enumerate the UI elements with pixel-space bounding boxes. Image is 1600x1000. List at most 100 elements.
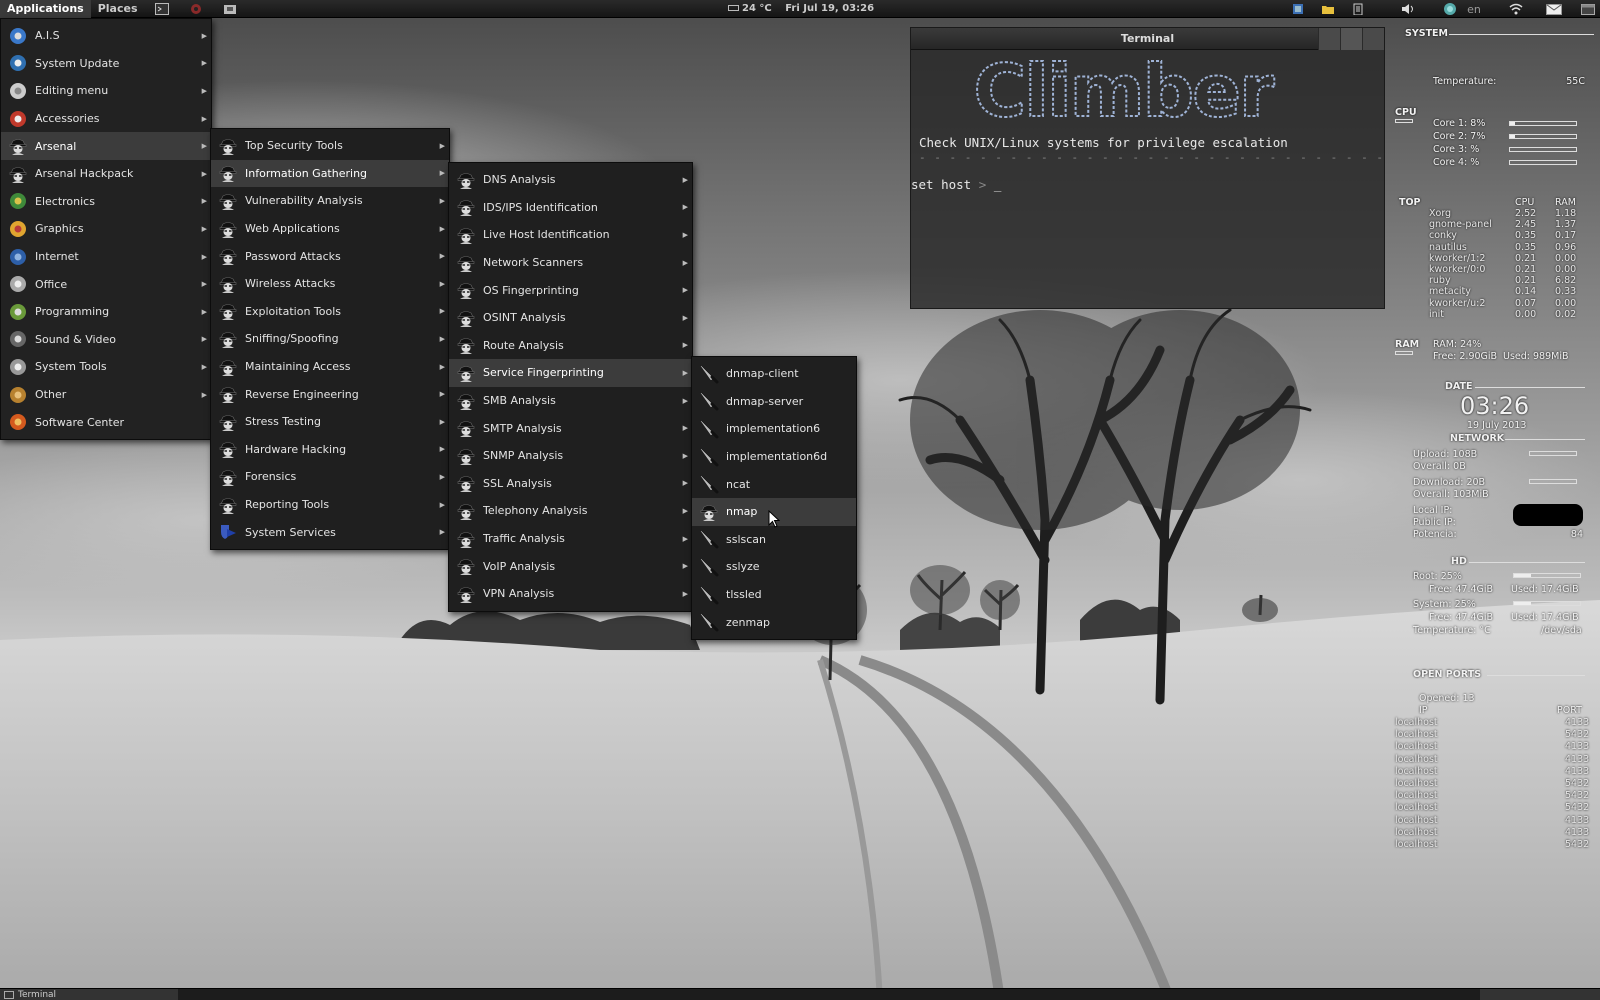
applications-menu[interactable]: Applications xyxy=(0,0,91,18)
file-manager-icon[interactable] xyxy=(223,3,237,15)
arsenal-item-information-gathering[interactable]: Information Gathering ▶ xyxy=(211,159,449,188)
hat-icon xyxy=(455,224,477,246)
arsenal-item-label: Reverse Engineering xyxy=(245,387,359,401)
service-item-dnmap-server[interactable]: dnmap-server xyxy=(692,388,856,416)
arsenal-item-system-services[interactable]: System Services ▶ xyxy=(211,518,449,546)
info-item-vpn-analysis[interactable]: VPN Analysis ▶ xyxy=(449,580,692,608)
process-ram: 0.00 xyxy=(1555,252,1577,264)
info-item-telephony-analysis[interactable]: Telephony Analysis ▶ xyxy=(449,497,692,525)
arsenal-item-hardware-hacking[interactable]: Hardware Hacking ▶ xyxy=(211,436,449,464)
menu-item-programming[interactable]: Programming ▶ xyxy=(1,298,211,326)
service-item-ncat[interactable]: ncat xyxy=(692,470,856,498)
info-item-route-analysis[interactable]: Route Analysis ▶ xyxy=(449,332,692,360)
terminal-launcher-icon[interactable] xyxy=(154,2,169,15)
clipboard-icon[interactable] xyxy=(1350,2,1366,16)
arsenal-item-sniffing-spoofing[interactable]: Sniffing/Spoofing ▶ xyxy=(211,325,449,353)
knife-icon xyxy=(698,363,720,385)
clock-text[interactable]: Fri Jul 19, 03:26 xyxy=(785,3,874,14)
service-item-implementation6d[interactable]: implementation6d xyxy=(692,443,856,471)
arsenal-item-maintaining-access[interactable]: Maintaining Access ▶ xyxy=(211,353,449,381)
info-item-dns-analysis[interactable]: DNS Analysis ▶ xyxy=(449,166,692,194)
status-icon[interactable] xyxy=(1442,2,1458,16)
service-item-dnmap-client[interactable]: dnmap-client xyxy=(692,360,856,388)
folder-icon[interactable] xyxy=(1320,2,1336,16)
upload-overall: Overall: 0B xyxy=(1413,461,1466,472)
arsenal-item-password-attacks[interactable]: Password Attacks ▶ xyxy=(211,242,449,270)
submenu-arrow-icon: ▶ xyxy=(439,390,445,399)
weather-indicator[interactable]: 24 °C xyxy=(728,3,772,14)
info-item-osint-analysis[interactable]: OSINT Analysis ▶ xyxy=(449,304,692,332)
mail-icon[interactable] xyxy=(1546,2,1562,16)
info-item-voip-analysis[interactable]: VoIP Analysis ▶ xyxy=(449,552,692,580)
cpu-core-label: Core 3: % xyxy=(1433,144,1480,155)
volume-icon[interactable] xyxy=(1400,2,1416,16)
minimize-button[interactable] xyxy=(1318,28,1340,50)
menu-item-arsenal[interactable]: Arsenal ▶ xyxy=(1,132,211,160)
service-item-sslyze[interactable]: sslyze xyxy=(692,553,856,581)
info-item-service-fingerprinting[interactable]: Service Fingerprinting ▶ xyxy=(449,359,692,387)
info-item-smtp-analysis[interactable]: SMTP Analysis ▶ xyxy=(449,414,692,442)
places-menu[interactable]: Places xyxy=(91,0,145,18)
close-button[interactable] xyxy=(1362,28,1384,50)
process-name: ruby xyxy=(1429,275,1451,287)
submenu-arrow-icon: ▶ xyxy=(439,445,445,454)
menu-item-sound-video[interactable]: Sound & Video ▶ xyxy=(1,326,211,354)
terminal-window[interactable]: Terminal Climber Check UNIX/Linux system… xyxy=(910,27,1385,309)
process-ram: 0.33 xyxy=(1555,286,1577,298)
submenu-arrow-icon: ▶ xyxy=(201,169,207,178)
menu-item-other[interactable]: Other ▶ xyxy=(1,381,211,409)
arsenal-item-reverse-engineering[interactable]: Reverse Engineering ▶ xyxy=(211,380,449,408)
service-item-zenmap[interactable]: zenmap xyxy=(692,608,856,636)
menu-item-system-tools[interactable]: System Tools ▶ xyxy=(1,353,211,381)
arsenal-item-vulnerability-analysis[interactable]: Vulnerability Analysis ▶ xyxy=(211,187,449,215)
taskbar-terminal-button[interactable]: Terminal xyxy=(0,989,178,1000)
info-item-traffic-analysis[interactable]: Traffic Analysis ▶ xyxy=(449,525,692,553)
temperature-text: 24 °C xyxy=(742,3,772,14)
root-bar xyxy=(1513,573,1581,578)
service-item-tlssled[interactable]: tlssled xyxy=(692,581,856,609)
arsenal-item-wireless-attacks[interactable]: Wireless Attacks ▶ xyxy=(211,270,449,298)
arsenal-item-forensics[interactable]: Forensics ▶ xyxy=(211,463,449,491)
terminal-body[interactable]: Climber Check UNIX/Linux systems for pri… xyxy=(911,50,1384,308)
window-icon[interactable] xyxy=(1580,2,1596,16)
menu-item-accessories[interactable]: Accessories ▶ xyxy=(1,105,211,133)
menu-item-a-i-s[interactable]: A.I.S ▶ xyxy=(1,22,211,50)
info-item-ssl-analysis[interactable]: SSL Analysis ▶ xyxy=(449,470,692,498)
arsenal-item-reporting-tools[interactable]: Reporting Tools ▶ xyxy=(211,491,449,519)
menu-item-internet[interactable]: Internet ▶ xyxy=(1,243,211,271)
hat-icon xyxy=(455,307,477,329)
arsenal-item-exploitation-tools[interactable]: Exploitation Tools ▶ xyxy=(211,298,449,326)
menu-item-arsenal-hackpack[interactable]: Arsenal Hackpack ▶ xyxy=(1,160,211,188)
menu-item-system-update[interactable]: System Update ▶ xyxy=(1,50,211,78)
arsenal-submenu: Top Security Tools ▶ Information Gathering… xyxy=(210,128,450,550)
language-indicator[interactable]: en xyxy=(1466,2,1482,16)
wifi-icon[interactable] xyxy=(1508,2,1524,16)
maximize-button[interactable] xyxy=(1340,28,1362,50)
menu-item-software-center[interactable]: Software Center xyxy=(1,408,211,436)
submenu-arrow-icon: ▶ xyxy=(682,479,688,488)
info-item-os-fingerprinting[interactable]: OS Fingerprinting ▶ xyxy=(449,276,692,304)
info-item-snmp-analysis[interactable]: SNMP Analysis ▶ xyxy=(449,442,692,470)
menu-item-electronics[interactable]: Electronics ▶ xyxy=(1,188,211,216)
port-host: localhost xyxy=(1395,765,1438,777)
service-item-label: sslscan xyxy=(726,532,767,546)
chat-icon[interactable] xyxy=(1290,2,1306,16)
panel-clock-area[interactable]: 24 °C Fri Jul 19, 03:26 xyxy=(728,0,884,18)
info-item-smb-analysis[interactable]: SMB Analysis ▶ xyxy=(449,387,692,415)
workspace-switcher[interactable] xyxy=(1480,989,1600,1000)
info-item-live-host-identification[interactable]: Live Host Identification ▶ xyxy=(449,221,692,249)
arsenal-item-web-applications[interactable]: Web Applications ▶ xyxy=(211,215,449,243)
menu-item-editing-menu[interactable]: Editing menu ▶ xyxy=(1,77,211,105)
terminal-titlebar[interactable]: Terminal xyxy=(911,28,1384,50)
menu-item-office[interactable]: Office ▶ xyxy=(1,270,211,298)
terminal-prompt[interactable]: set host > _ xyxy=(911,177,1001,192)
arsenal-item-top-security-tools[interactable]: Top Security Tools ▶ xyxy=(211,132,449,160)
arsenal-item-stress-testing[interactable]: Stress Testing ▶ xyxy=(211,408,449,436)
port-number: 5432 xyxy=(1565,790,1590,802)
service-item-implementation6[interactable]: implementation6 xyxy=(692,415,856,443)
browser-launcher-icon[interactable] xyxy=(189,3,203,15)
info-item-network-scanners[interactable]: Network Scanners ▶ xyxy=(449,249,692,277)
menu-item-graphics[interactable]: Graphics ▶ xyxy=(1,215,211,243)
service-item-sslscan[interactable]: sslscan xyxy=(692,526,856,554)
info-item-ids-ips-identification[interactable]: IDS/IPS Identification ▶ xyxy=(449,194,692,222)
